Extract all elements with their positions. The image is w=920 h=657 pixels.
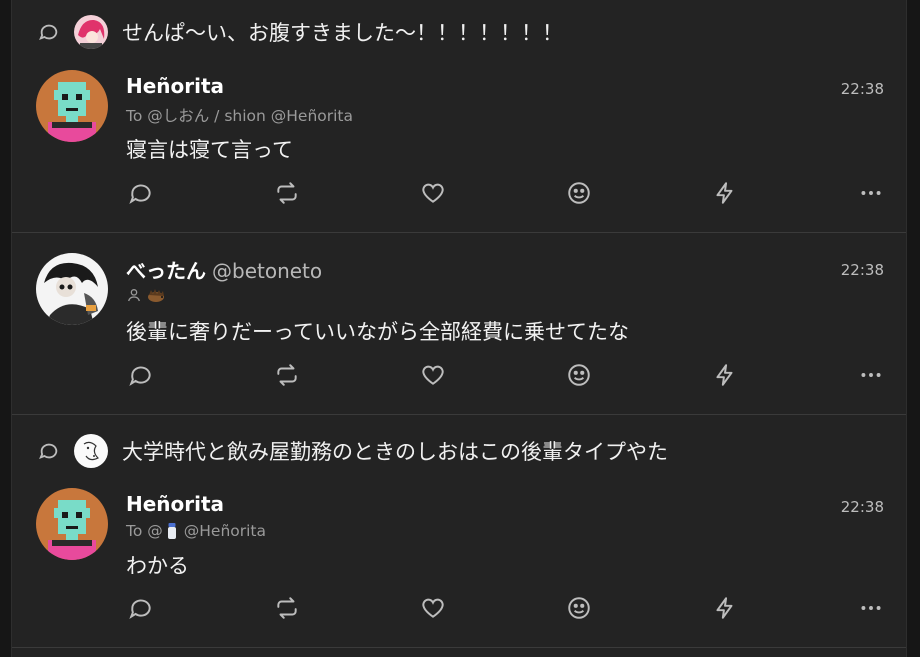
author-name[interactable]: Heñorita xyxy=(126,492,224,516)
note-actions xyxy=(126,178,886,208)
context-text: 大学時代と飲み屋勤務のときのしおはこの後輩タイプやた xyxy=(122,440,668,464)
note-card[interactable]: 大学時代と飲み屋勤務のときのしおはこの後輩タイプやた Heñorita 22:3… xyxy=(12,415,906,647)
reply-icon[interactable] xyxy=(126,360,156,390)
context-text: せんぱ〜い、お腹すきました〜！！！！！！！ xyxy=(122,21,563,45)
reply-prefix: To @ xyxy=(126,522,163,540)
author-name[interactable]: べったん @betoneto xyxy=(126,255,322,284)
reply-icon[interactable] xyxy=(126,178,156,208)
note-actions xyxy=(126,593,886,623)
more-icon[interactable] xyxy=(856,360,886,390)
avatar[interactable] xyxy=(36,253,108,325)
speech-bubble-icon xyxy=(38,21,60,43)
reply-target[interactable]: To @しおん / shion @Heñorita xyxy=(126,104,353,126)
person-icon xyxy=(126,287,142,303)
note-card[interactable]: べったん @betoneto 22:38 後輩に奢りだーっていいながら全部経費に乗… xyxy=(12,233,906,414)
avatar[interactable] xyxy=(36,488,108,560)
note-text: 後輩に奢りだーっていいながら全部経費に乗せてたな xyxy=(126,320,629,344)
quick-action-icon[interactable] xyxy=(710,593,740,623)
note-actions xyxy=(126,360,886,390)
note-badges xyxy=(126,287,166,303)
display-name: Heñorita xyxy=(126,492,225,516)
display-name: Heñorita xyxy=(126,74,225,98)
reply-target[interactable]: To @ @Heñorita xyxy=(126,522,266,540)
quick-action-icon[interactable] xyxy=(710,178,740,208)
display-name: べったん xyxy=(126,259,206,283)
hedgehog-emoji-icon xyxy=(146,287,166,303)
like-icon[interactable] xyxy=(418,178,448,208)
context-avatar[interactable] xyxy=(74,15,108,49)
speech-bubble-icon xyxy=(38,440,60,462)
renote-icon[interactable] xyxy=(272,593,302,623)
reaction-icon[interactable] xyxy=(564,593,594,623)
timeline: せんぱ〜い、お腹すきました〜！！！！！！！ Heñorita 22:38 To … xyxy=(11,0,907,657)
reply-context: せんぱ〜い、お腹すきました〜！！！！！！！ xyxy=(38,14,563,50)
note-text: わかる xyxy=(126,554,189,578)
reaction-icon[interactable] xyxy=(564,360,594,390)
like-icon[interactable] xyxy=(418,360,448,390)
more-icon[interactable] xyxy=(856,178,886,208)
timestamp[interactable]: 22:38 xyxy=(841,498,884,516)
salt-shaker-emoji-icon xyxy=(166,522,178,540)
like-icon[interactable] xyxy=(418,593,448,623)
reply-handle: @Heñorita xyxy=(183,522,267,540)
renote-icon[interactable] xyxy=(272,360,302,390)
reply-context: 大学時代と飲み屋勤務のときのしおはこの後輩タイプやた xyxy=(38,433,668,469)
avatar[interactable] xyxy=(36,70,108,142)
context-avatar[interactable] xyxy=(74,434,108,468)
reply-icon[interactable] xyxy=(126,593,156,623)
username: @betoneto xyxy=(212,259,323,283)
divider xyxy=(12,647,906,648)
note-text: 寝言は寝て言って xyxy=(126,138,293,162)
timestamp[interactable]: 22:38 xyxy=(841,261,884,279)
renote-icon[interactable] xyxy=(272,178,302,208)
reaction-icon[interactable] xyxy=(564,178,594,208)
author-name[interactable]: Heñorita xyxy=(126,74,224,98)
timestamp[interactable]: 22:38 xyxy=(841,80,884,98)
quick-action-icon[interactable] xyxy=(710,360,740,390)
note-card[interactable]: せんぱ〜い、お腹すきました〜！！！！！！！ Heñorita 22:38 To … xyxy=(12,0,906,232)
more-icon[interactable] xyxy=(856,593,886,623)
